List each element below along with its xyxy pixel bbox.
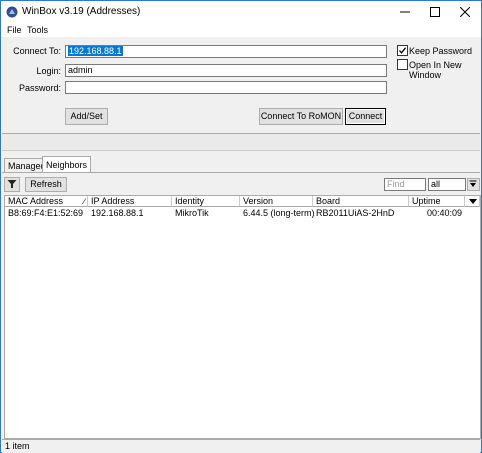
maximize-button[interactable] <box>420 1 450 23</box>
connect-button[interactable]: Connect <box>345 108 386 125</box>
filter-select-dropdown-button[interactable] <box>467 178 480 191</box>
cell-version: 6.44.5 (long-term) <box>243 208 315 218</box>
column-header-mac-address[interactable]: MAC Address ∕ <box>5 196 88 207</box>
column-header-identity[interactable]: Identity <box>172 196 240 207</box>
minimize-icon <box>400 11 410 13</box>
refresh-button[interactable]: Refresh <box>25 177 67 192</box>
find-input[interactable]: Find <box>384 178 426 191</box>
keep-password-label: Keep Password <box>409 46 473 56</box>
connect-to-label: Connect To: <box>13 46 61 56</box>
filter-icon <box>7 180 17 188</box>
column-header-ip-address[interactable]: IP Address <box>88 196 172 207</box>
item-count: 1 item <box>5 441 30 451</box>
login-label: Login: <box>36 66 61 76</box>
menu-bar: File Tools <box>1 23 481 37</box>
winbox-app-icon <box>6 6 18 18</box>
status-bar: 1 item <box>2 439 480 453</box>
table-row[interactable]: B8:69:F4:E1:52:69 192.168.88.1 MikroTik … <box>5 208 480 218</box>
cell-identity: MikroTik <box>175 208 209 218</box>
minimize-button[interactable] <box>390 1 420 23</box>
filter-button[interactable] <box>4 177 20 192</box>
connect-to-value: 192.168.88.1 <box>68 46 123 56</box>
cell-mac-address: B8:69:F4:E1:52:69 <box>8 208 84 218</box>
maximize-icon <box>430 7 440 17</box>
menu-tools[interactable]: Tools <box>27 25 48 35</box>
open-new-window-label: Open In New Window <box>409 60 462 80</box>
cell-uptime: 00:40:09 <box>426 208 462 218</box>
connect-romon-button[interactable]: Connect To RoMON <box>259 108 343 125</box>
column-header-board[interactable]: Board <box>313 196 409 207</box>
filter-select-value: all <box>431 179 441 189</box>
add-set-button[interactable]: Add/Set <box>65 108 108 125</box>
filter-select[interactable]: all <box>428 178 466 191</box>
tab-neighbors[interactable]: Neighbors <box>42 156 92 173</box>
column-header-uptime[interactable]: Uptime <box>409 196 465 207</box>
sort-indicator-icon: ∕ <box>83 197 85 206</box>
keep-password-checkbox[interactable] <box>397 45 408 56</box>
connect-to-input[interactable]: 192.168.88.1 <box>65 45 387 58</box>
window-title: WinBox v3.19 (Addresses) <box>22 6 141 17</box>
column-header-label: MAC Address <box>8 196 64 206</box>
close-button[interactable] <box>450 1 480 23</box>
columns-menu-button[interactable] <box>465 196 480 207</box>
dropdown-arrow-icon <box>469 180 477 187</box>
neighbors-table[interactable]: MAC Address ∕ IP Address Identity Versio… <box>4 195 481 439</box>
title-bar[interactable]: WinBox v3.19 (Addresses) <box>1 1 481 23</box>
connection-status-strip <box>2 133 480 151</box>
chevron-down-icon <box>469 199 477 204</box>
menu-file[interactable]: File <box>7 25 22 35</box>
open-new-window-checkbox[interactable] <box>397 59 408 70</box>
column-header-version[interactable]: Version <box>240 196 313 207</box>
password-label: Password: <box>18 83 61 93</box>
cell-board: RB2011UiAS-2HnD <box>316 208 395 218</box>
cell-ip-address: 192.168.88.1 <box>91 208 144 218</box>
checkmark-icon <box>399 47 407 54</box>
password-input[interactable] <box>65 81 387 94</box>
close-icon <box>460 7 470 17</box>
winbox-window: WinBox v3.19 (Addresses) File Tools Conn… <box>0 0 482 453</box>
login-input[interactable]: admin <box>65 64 387 77</box>
